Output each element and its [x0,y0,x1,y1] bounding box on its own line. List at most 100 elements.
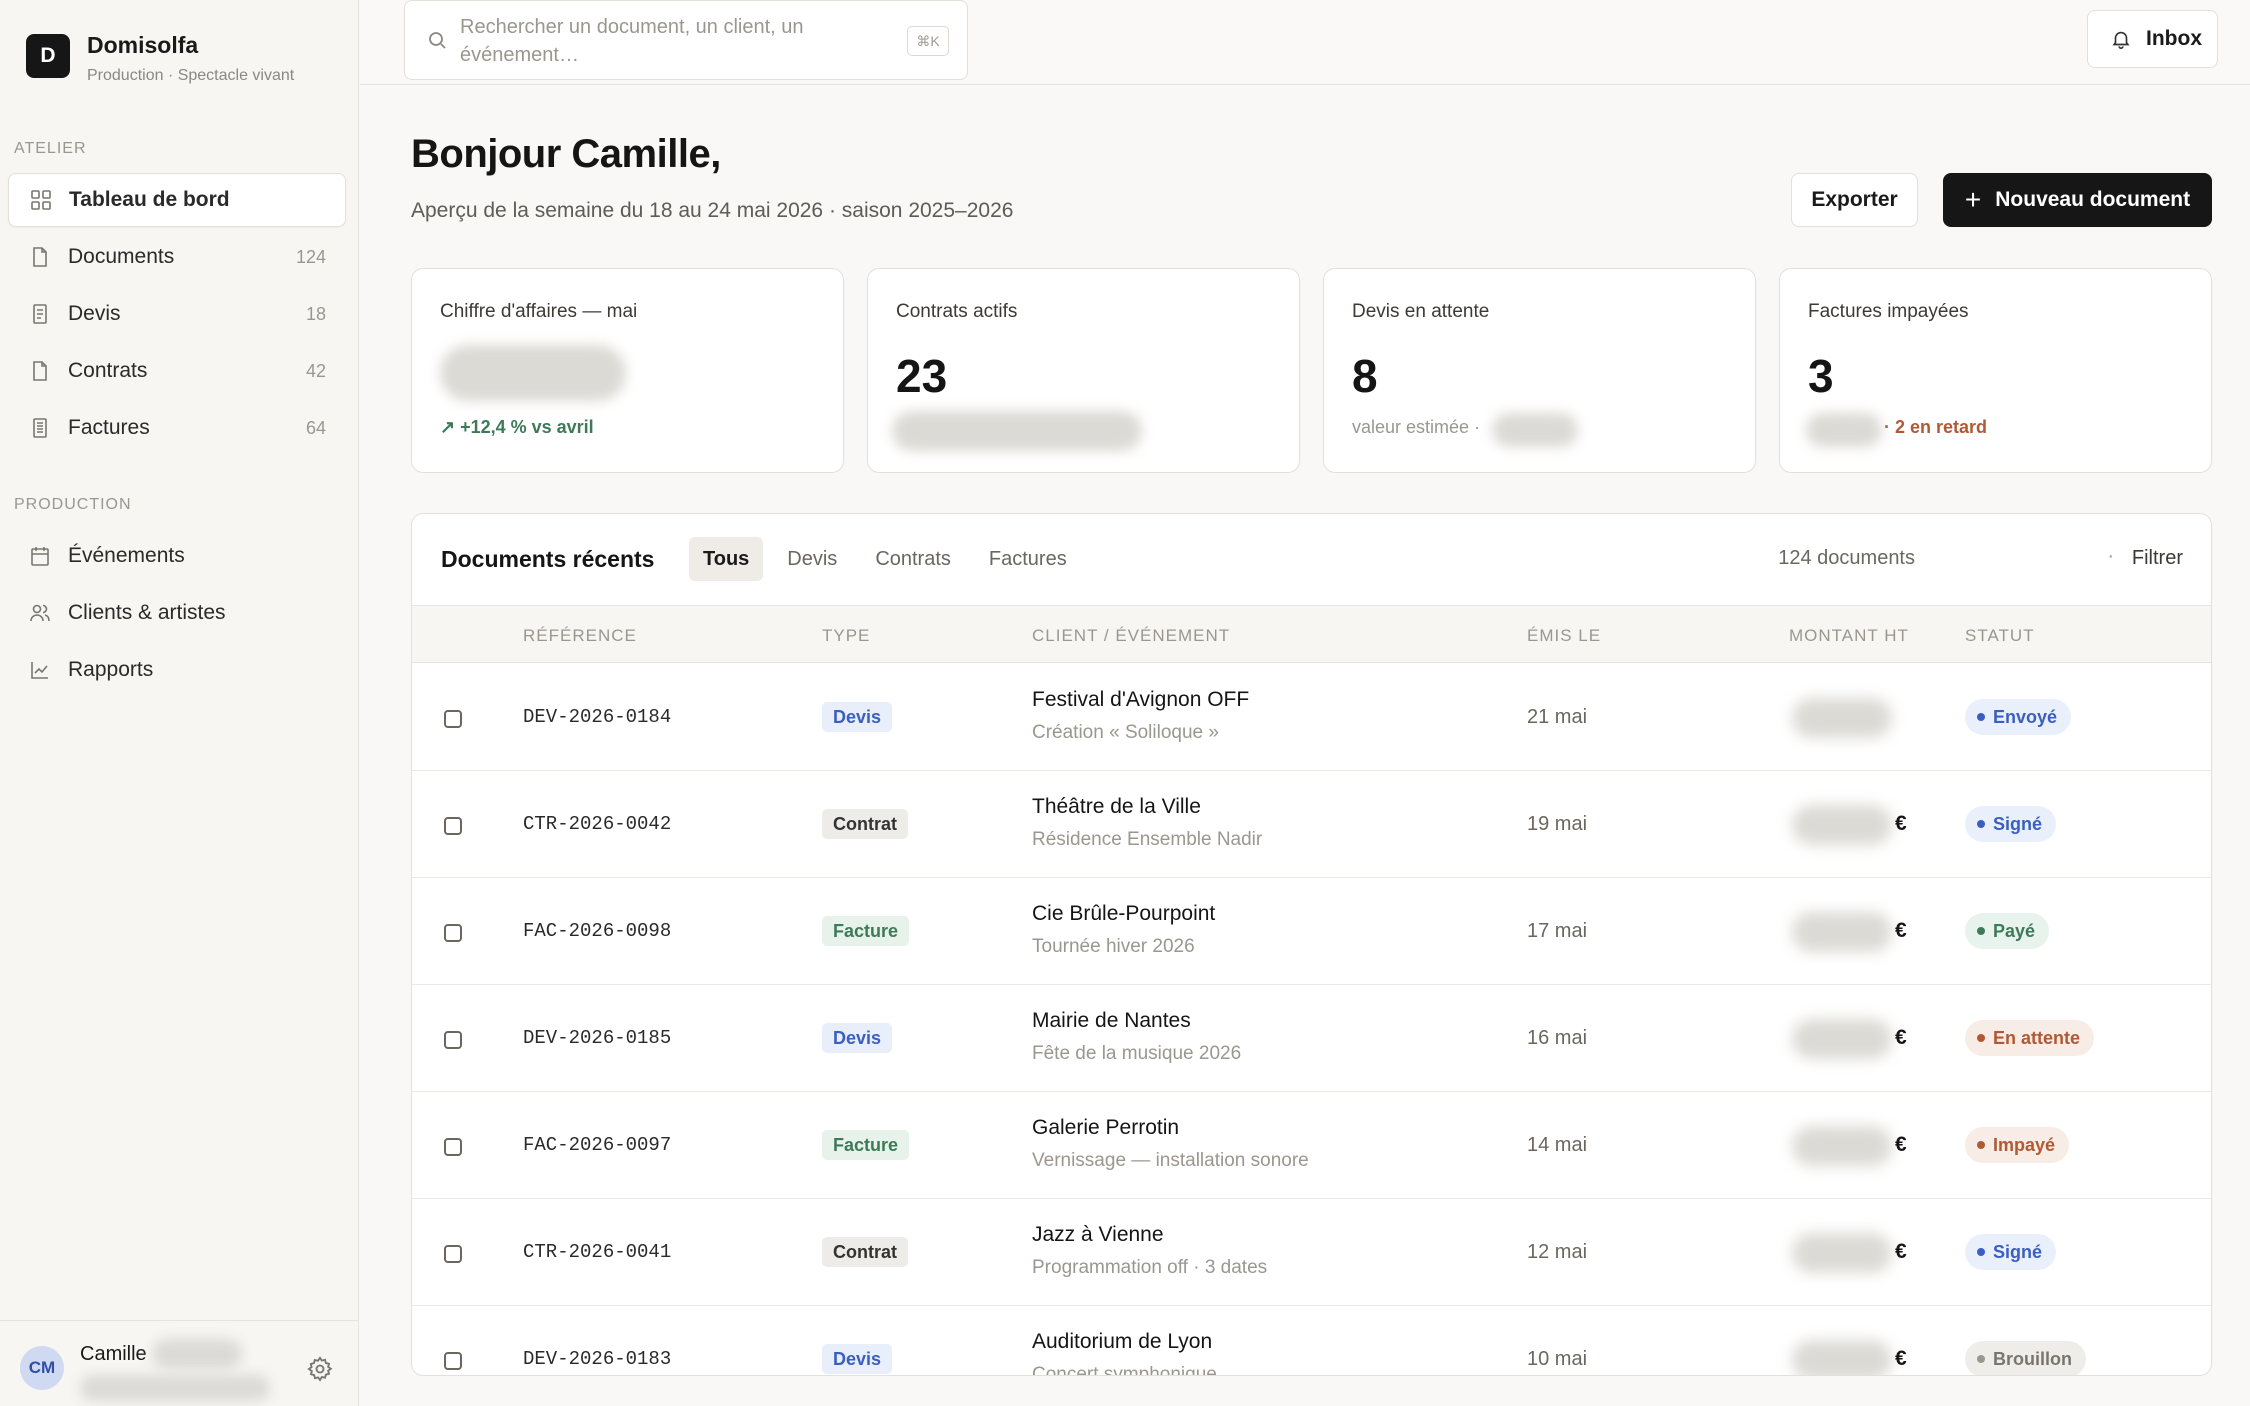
stat-label: Contrats actifs [896,301,1018,322]
row-checkbox[interactable] [444,817,462,835]
stat-value: 8 [1352,350,1378,402]
status-badge: Envoyé [1965,699,2072,735]
redacted-amount [1792,1233,1892,1273]
filter-button[interactable]: Filtrer [2132,547,2183,570]
sidebar-item-rapports[interactable]: Rapports [8,643,346,697]
document-reference[interactable]: DEV-2026-0185 [523,1027,671,1049]
stat-card-quotes[interactable]: Devis en attente 8 valeur estimée · [1323,268,1756,473]
brand-subtitle: Production · Spectacle vivant [87,67,295,84]
type-badge: Devis [822,702,893,732]
stat-late: · 2 en retard [1884,417,1988,437]
sidebar: D Domisolfa Production · Spectacle vivan… [0,0,359,1406]
document-reference[interactable]: CTR-2026-0041 [523,1241,671,1263]
new-document-button[interactable]: + Nouveau document [1943,173,2212,227]
column-header-date[interactable]: ÉMIS LE [1527,626,1601,646]
column-header-client[interactable]: CLIENT / ÉVÉNEMENT [1032,626,1230,646]
table-row[interactable]: FAC-2026-0097 Facture Galerie Perrotin Vern… [412,1092,2211,1199]
client-name: Mairie de Nantes [1032,1009,1191,1032]
status-badge: En attente [1965,1020,2095,1056]
tab-tous[interactable]: Tous [689,537,764,581]
column-header-amount[interactable]: MONTANT HT [1789,626,1909,646]
sidebar-item-factures[interactable]: Factures 64 [8,401,346,455]
document-reference[interactable]: FAC-2026-0098 [523,920,671,942]
event-name: Vernissage — installation sonore [1032,1150,1309,1171]
user-bar[interactable]: CM Camille [0,1320,359,1406]
chart-icon [28,658,52,682]
sidebar-item-label: Documents [68,245,175,268]
sidebar-item-evenements[interactable]: Événements [8,529,346,583]
client-name: Théâtre de la Ville [1032,795,1201,818]
issue-date: 16 mai [1527,1027,1588,1049]
table-row[interactable]: CTR-2026-0042 Contrat Théâtre de la Ville R… [412,771,2211,878]
brand-name: Domisolfa [87,32,199,58]
currency: € [1895,812,1907,835]
stat-card-invoices[interactable]: Factures impayées 3 · 2 en retard [1779,268,2212,473]
column-header-status[interactable]: STATUT [1965,626,2035,646]
row-checkbox[interactable] [444,1245,462,1263]
stat-trend: ↗ +12,4 % vs avril [440,417,594,437]
status-dot [1977,1034,1985,1042]
currency: € [1895,1240,1907,1263]
tab-contrats[interactable]: Contrats [861,537,965,581]
column-header-reference[interactable]: RÉFÉRENCE [523,626,637,646]
keyboard-shortcut: ⌘K [907,26,949,56]
type-badge: Contrat [822,809,908,839]
redacted-amount [1792,912,1892,952]
sidebar-item-label: Devis [68,302,121,325]
table-row[interactable]: DEV-2026-0184 Devis Festival d'Avignon OFF… [412,664,2211,771]
sidebar-item-documents[interactable]: Documents 124 [8,230,346,284]
document-reference[interactable]: FAC-2026-0097 [523,1134,671,1156]
issue-date: 17 mai [1527,920,1588,942]
stat-foot: valeur estimée · [1352,417,1481,437]
row-checkbox[interactable] [444,1352,462,1370]
sidebar-item-contrats[interactable]: Contrats 42 [8,344,346,398]
redacted-amount [1792,805,1892,845]
sidebar-item-clients-artistes[interactable]: Clients & artistes [8,586,346,640]
status-badge: Brouillon [1965,1341,2086,1375]
type-badge: Facture [822,916,910,946]
stat-label: Devis en attente [1352,301,1490,322]
table-row[interactable]: FAC-2026-0098 Facture Cie Brûle-Pourpoint T… [412,878,2211,985]
export-button[interactable]: Exporter [1791,173,1918,227]
tab-factures[interactable]: Factures [975,537,1081,581]
issue-date: 12 mai [1527,1241,1588,1263]
brand[interactable]: D Domisolfa Production · Spectacle vivan… [26,32,295,85]
column-header-type[interactable]: TYPE [822,626,870,646]
status-dot [1977,927,1985,935]
row-checkbox[interactable] [444,710,462,728]
gear-icon[interactable] [306,1355,334,1383]
issue-date: 10 mai [1527,1348,1588,1370]
search-input[interactable]: Rechercher un document, un client, un év… [404,0,968,80]
stat-value: 23 [896,350,948,402]
document-count: 124 documents [1778,547,1915,569]
inbox-button[interactable]: Inbox [2087,10,2218,68]
row-checkbox[interactable] [444,924,462,942]
event-name: Tournée hiver 2026 [1032,936,1195,957]
table-row[interactable]: DEV-2026-0185 Devis Mairie de Nantes Fête d… [412,985,2211,1092]
type-badge: Devis [822,1023,893,1053]
document-reference[interactable]: CTR-2026-0042 [523,813,671,835]
sidebar-item-label: Rapports [68,658,154,681]
receipt-icon [28,302,52,326]
stat-card-contracts[interactable]: Contrats actifs 23 [867,268,1300,473]
currency: € [1895,919,1907,942]
table-row[interactable]: CTR-2026-0041 Contrat Jazz à Vienne Program… [412,1199,2211,1306]
tab-devis[interactable]: Devis [773,537,851,581]
sidebar-item-dashboard[interactable]: Tableau de bord [8,173,346,227]
document-tabs: Tous Devis Contrats Factures [689,537,1091,581]
document-reference[interactable]: DEV-2026-0183 [523,1348,671,1370]
document-reference[interactable]: DEV-2026-0184 [523,706,671,728]
row-checkbox[interactable] [444,1138,462,1156]
redacted-amount [1792,698,1892,738]
avatar: CM [20,1346,64,1390]
sidebar-item-count: 64 [305,417,326,438]
row-checkbox[interactable] [444,1031,462,1049]
document-icon [28,359,52,383]
status-badge: Payé [1965,913,2050,949]
client-name: Jazz à Vienne [1032,1223,1164,1246]
sidebar-item-label: Clients & artistes [68,601,226,624]
type-badge: Facture [822,1130,910,1160]
sidebar-item-devis[interactable]: Devis 18 [8,287,346,341]
table-row[interactable]: DEV-2026-0183 Devis Auditorium de Lyon Conc… [412,1306,2211,1375]
stat-card-revenue[interactable]: Chiffre d'affaires — mai ↗ +12,4 % vs av… [411,268,844,473]
